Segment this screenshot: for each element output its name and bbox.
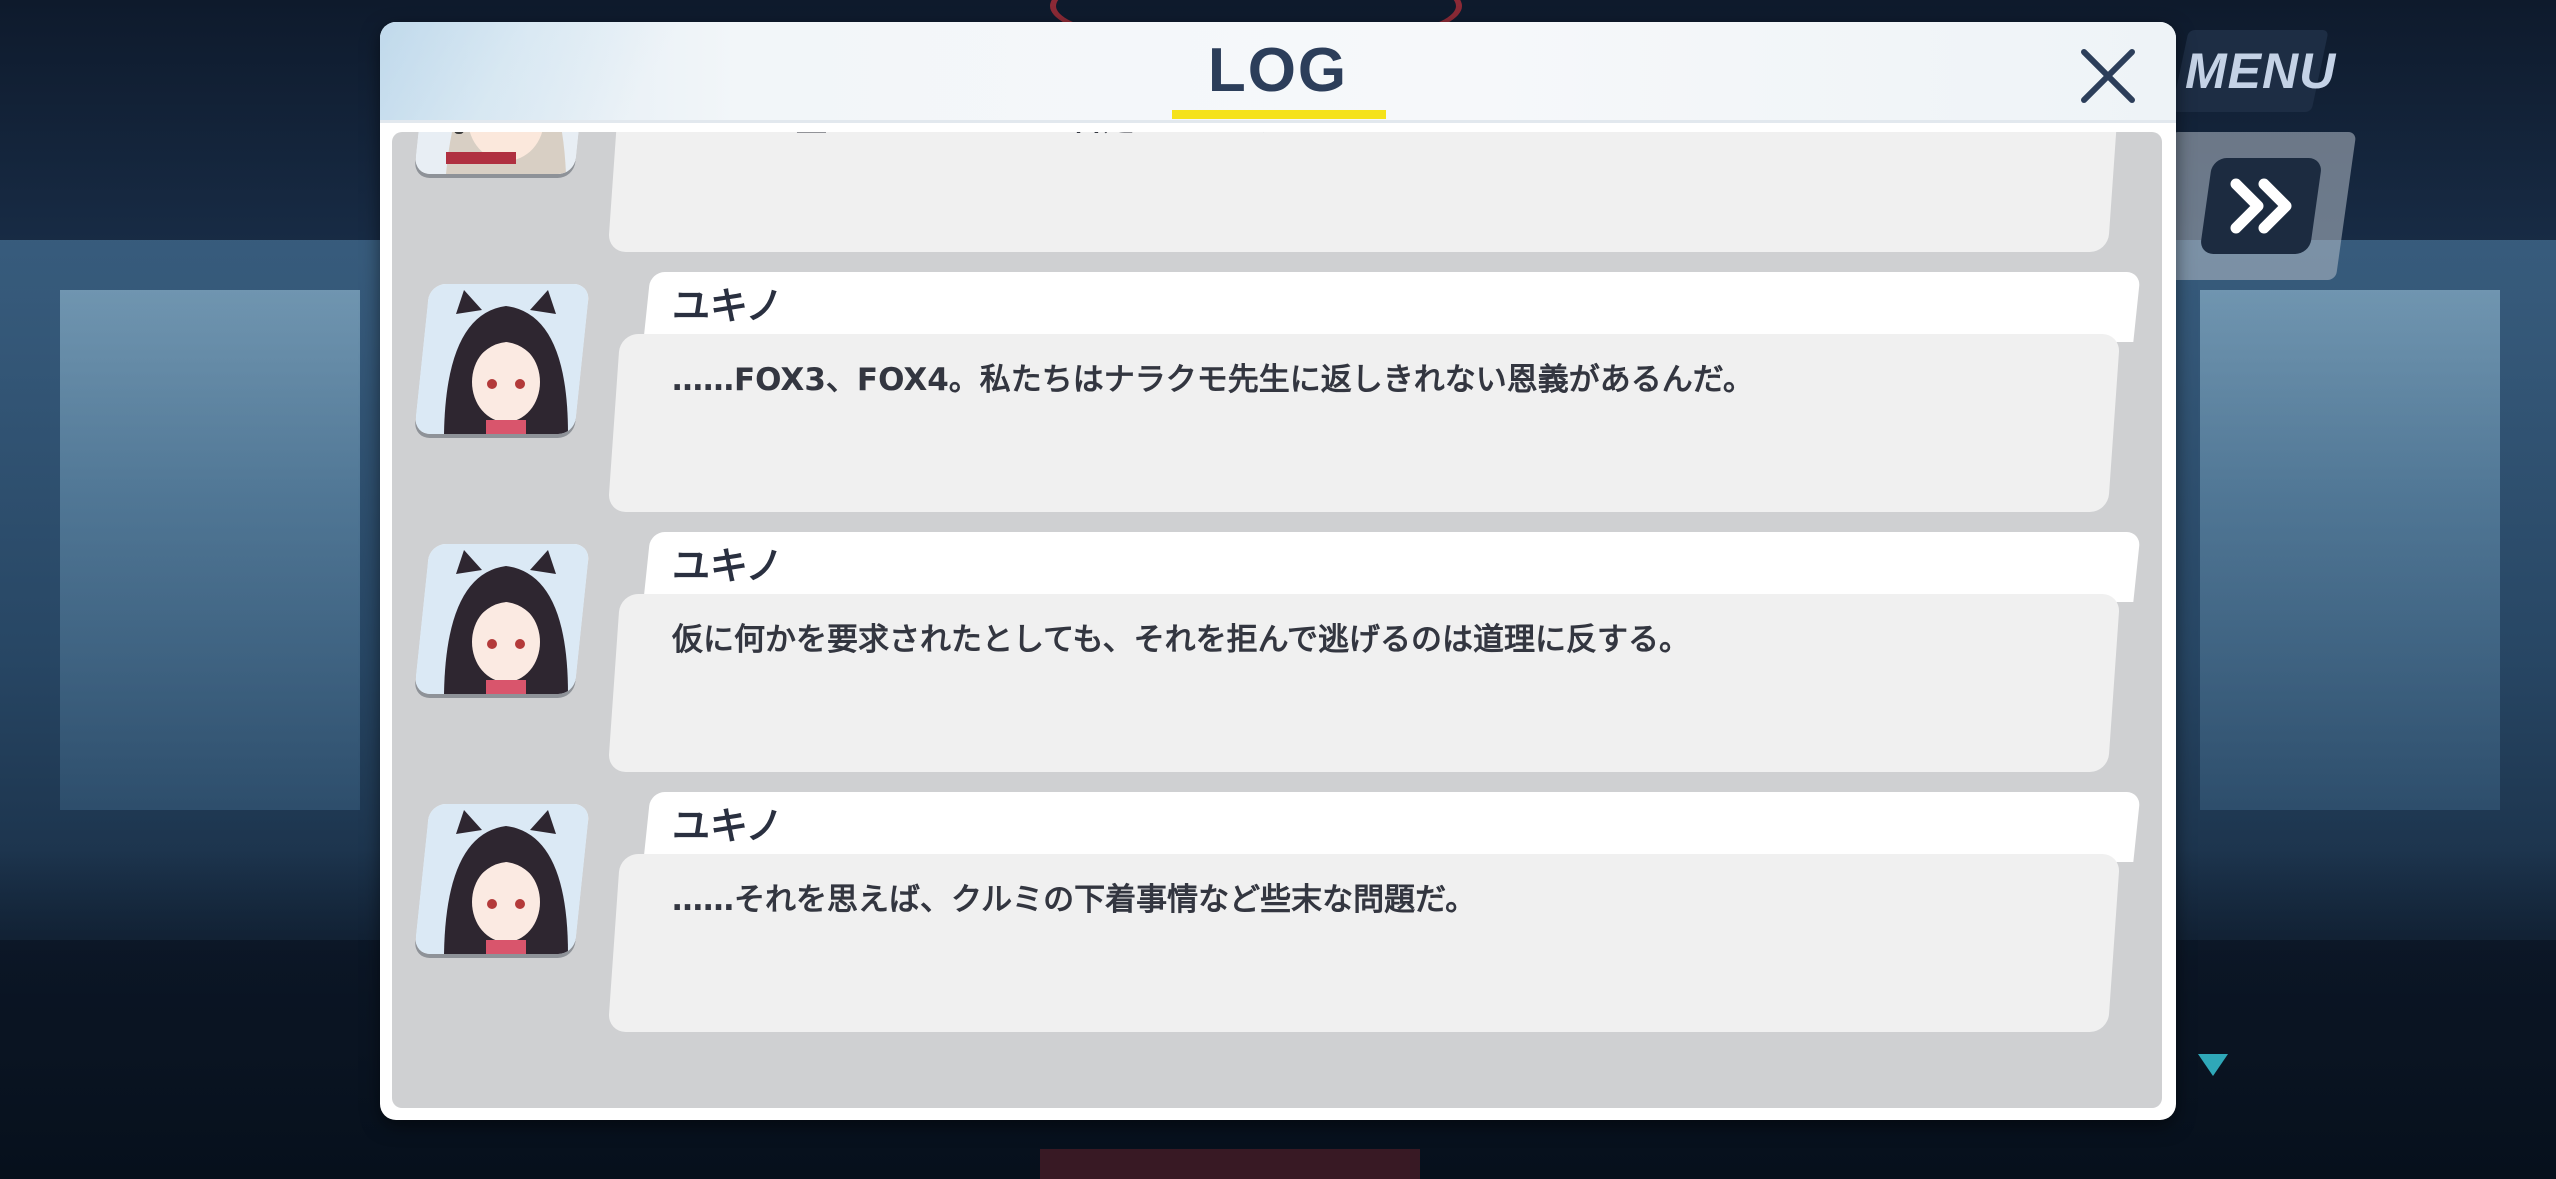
message-text: 仮に何かを要求されたとしても、それを拒んで逃げるのは道理に反する。 <box>672 622 1691 658</box>
log-entry: ユキノ ……FOX3、FOX4。私たちはナラクモ先生に返しきれない恩義があるんだ… <box>392 272 2162 532</box>
speaker-name: ユキノ <box>672 804 784 848</box>
log-header: LOG <box>380 22 2176 123</box>
log-entry: ユキノ 仮に何かを要求されたとしても、それを拒んで逃げるのは道理に反する。 <box>392 532 2162 792</box>
background-character-hint <box>1040 1149 1420 1179</box>
portrait-yukino <box>414 284 590 434</box>
log-scroll-area[interactable]: ほう……盛ってるってことは否定しないんだね？ <box>392 132 2162 1108</box>
speaker-name-tab <box>643 532 2141 602</box>
message-text: ……それを思えば、クルミの下着事情など些末な問題だ。 <box>672 882 1477 918</box>
fast-forward-icon[interactable] <box>2226 170 2306 242</box>
log-entry: ユキノ ……それを思えば、クルミの下着事情など些末な問題だ。 <box>392 792 2162 1052</box>
log-list: ほう……盛ってるってことは否定しないんだね？ <box>392 132 2162 1052</box>
speaker-name-tab <box>643 272 2141 342</box>
down-triangle-icon <box>2198 1054 2228 1076</box>
log-entry: ほう……盛ってるってことは否定しないんだね？ <box>392 132 2162 272</box>
message-text: ……FOX3、FOX4。私たちはナラクモ先生に返しきれない恩義があるんだ。 <box>672 362 1754 398</box>
log-title: LOG <box>1207 36 1349 105</box>
speaker-name-tab <box>643 792 2141 862</box>
speaker-name: ユキノ <box>672 544 784 588</box>
message-text: ほう……盛ってるってことは否定しないんだね？ <box>672 132 1351 142</box>
close-icon[interactable] <box>2070 38 2146 114</box>
portrait-yukino <box>414 544 590 694</box>
game-screen: MENU LOG ユキノ ……FOX3、FOX4。私たちはナラクモ先生に返しきれ… <box>0 0 2556 1179</box>
portrait-yukino <box>414 804 590 954</box>
background-window-right <box>2200 290 2500 810</box>
message-bubble <box>607 132 2121 252</box>
title-underline <box>1172 110 1386 119</box>
portrait-headset-girl <box>414 132 590 174</box>
menu-button-label[interactable]: MENU <box>2185 36 2335 106</box>
log-dialog: LOG ユキノ ……FOX3、FOX4。私たちはナラクモ先生に返しきれない恩義が… <box>380 22 2176 1120</box>
background-window-left <box>60 290 360 810</box>
speaker-name: ユキノ <box>672 284 784 328</box>
